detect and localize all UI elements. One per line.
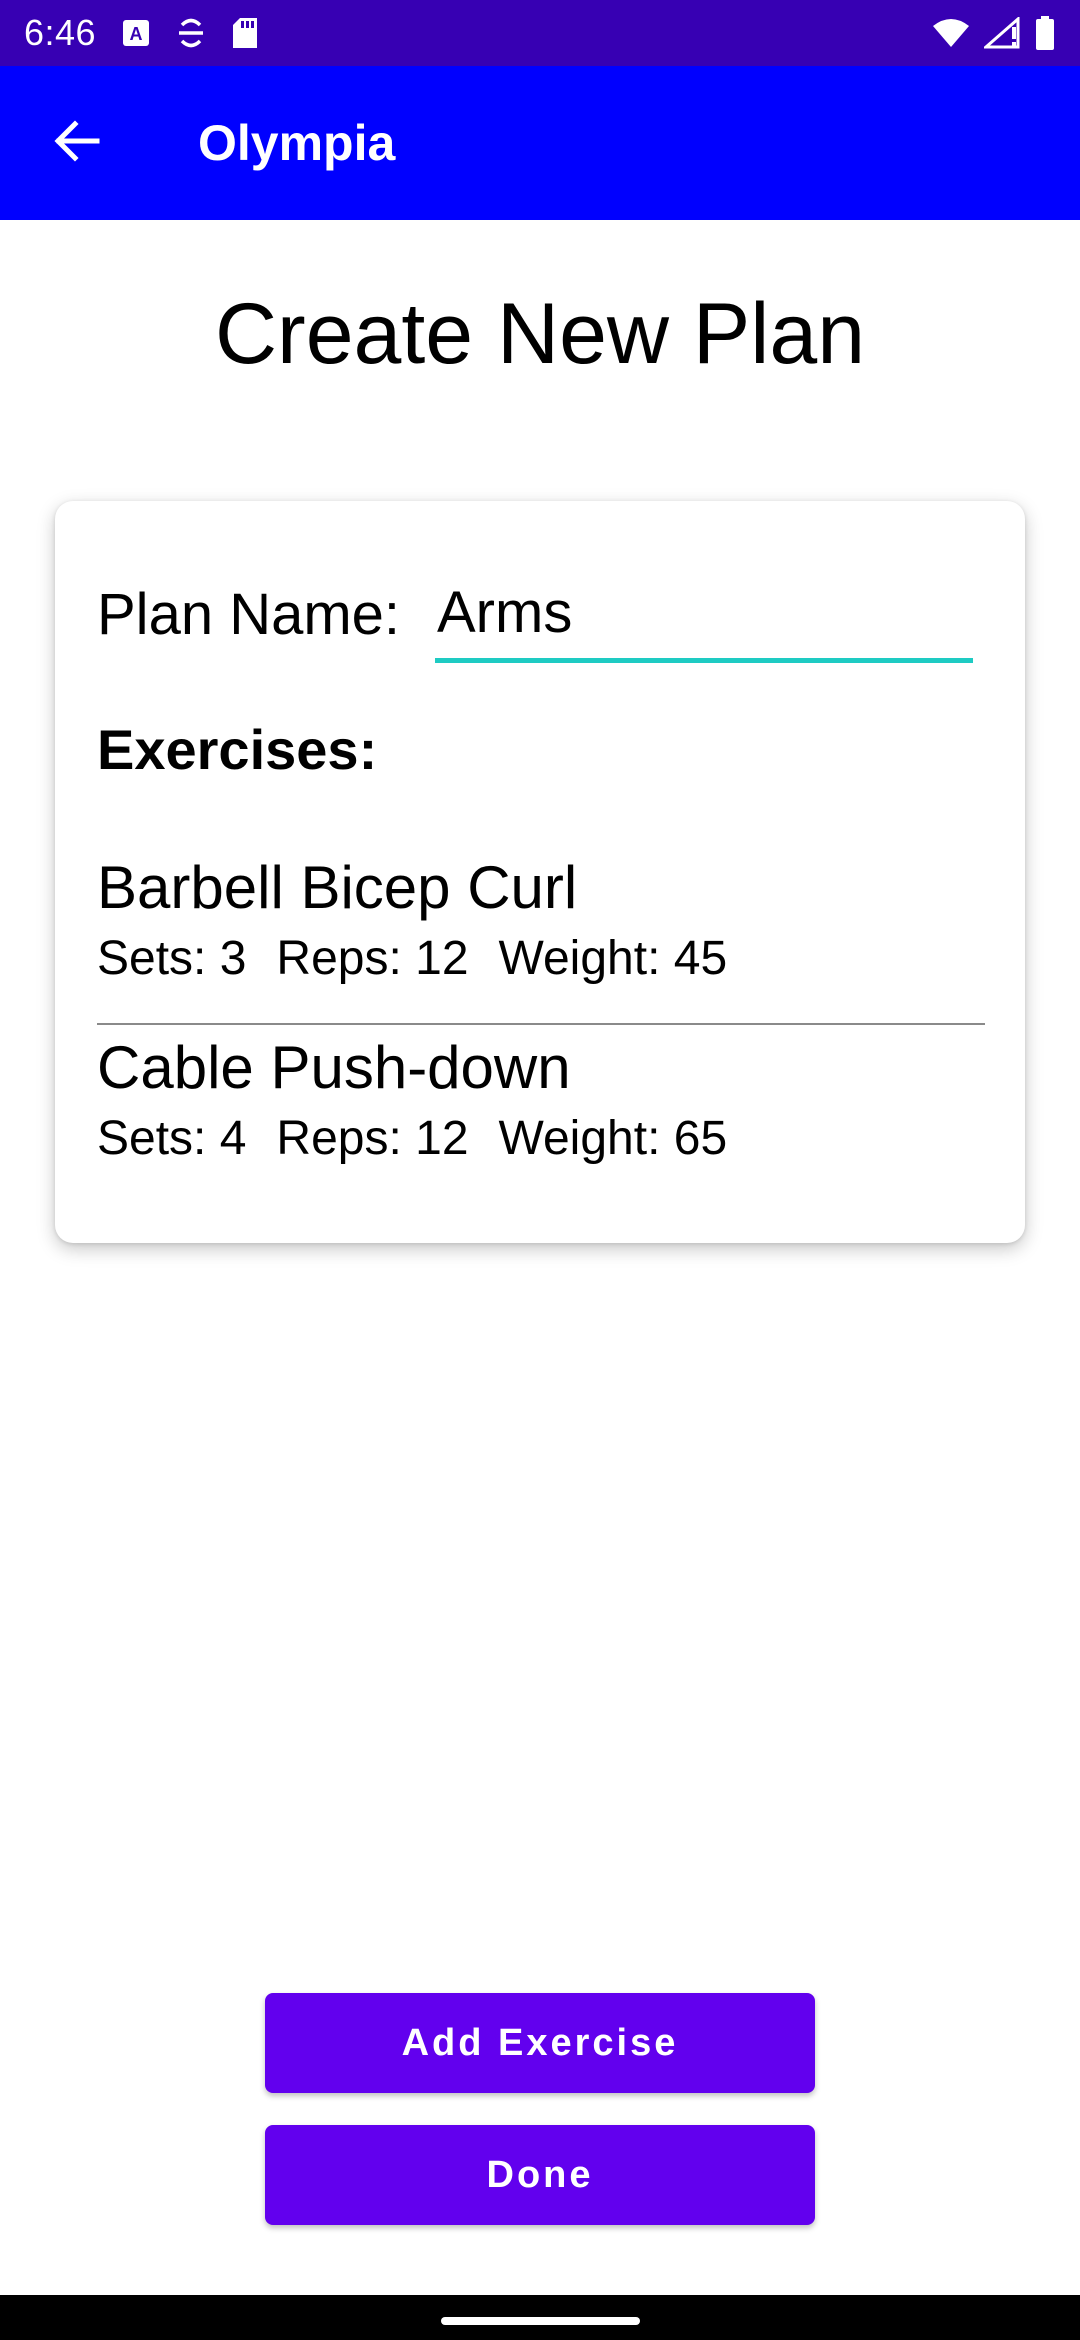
status-icons-left: A <box>122 16 258 50</box>
back-button[interactable] <box>0 66 154 220</box>
plan-name-label: Plan Name: <box>97 582 401 647</box>
status-time: 6:46 <box>24 12 97 53</box>
exercise-sets: Sets: 4 <box>97 1112 247 1165</box>
wifi-icon <box>932 18 970 48</box>
plan-name-input[interactable] <box>435 573 973 663</box>
exercise-divider <box>97 1023 985 1025</box>
status-icons-right <box>932 16 1056 50</box>
page-title: Create New Plan <box>214 286 866 382</box>
exercise-item[interactable]: Barbell Bicep Curl Sets: 3 Reps: 12 Weight… <box>97 853 985 987</box>
plan-card: Plan Name: Exercises: Barbell Bicep Curl… <box>55 501 1025 1243</box>
status-bar: 6:46 A <box>0 0 1080 66</box>
exercise-details: Sets: 3 Reps: 12 Weight: 45 <box>97 931 985 987</box>
add-exercise-button[interactable]: Add Exercise <box>265 1993 815 2093</box>
exercise-sets: Sets: 3 <box>97 932 247 985</box>
app-title: Olympia <box>198 115 396 171</box>
exercise-weight: Weight: 65 <box>498 1112 728 1165</box>
svg-text:A: A <box>130 24 143 44</box>
done-button[interactable]: Done <box>265 2125 815 2225</box>
home-indicator[interactable] <box>441 2317 640 2325</box>
exercise-reps: Reps: 12 <box>276 1112 469 1165</box>
exercise-name: Cable Push-down <box>97 1034 571 1101</box>
exercise-reps: Reps: 12 <box>276 932 469 985</box>
battery-icon <box>1034 16 1056 50</box>
exercise-name: Barbell Bicep Curl <box>97 854 578 921</box>
text-a-icon: A <box>122 19 150 47</box>
transfer-icon <box>176 16 206 50</box>
exercise-weight: Weight: 45 <box>498 932 728 985</box>
arrow-left-icon <box>53 119 101 167</box>
exercises-heading: Exercises: <box>97 718 378 781</box>
exercise-item[interactable]: Cable Push-down Sets: 4 Reps: 12 Weight: 6… <box>97 1033 985 1167</box>
app-bar: Olympia <box>0 66 1080 220</box>
sd-card-icon <box>232 17 258 49</box>
signal-icon <box>984 17 1020 49</box>
exercise-details: Sets: 4 Reps: 12 Weight: 65 <box>97 1111 985 1167</box>
